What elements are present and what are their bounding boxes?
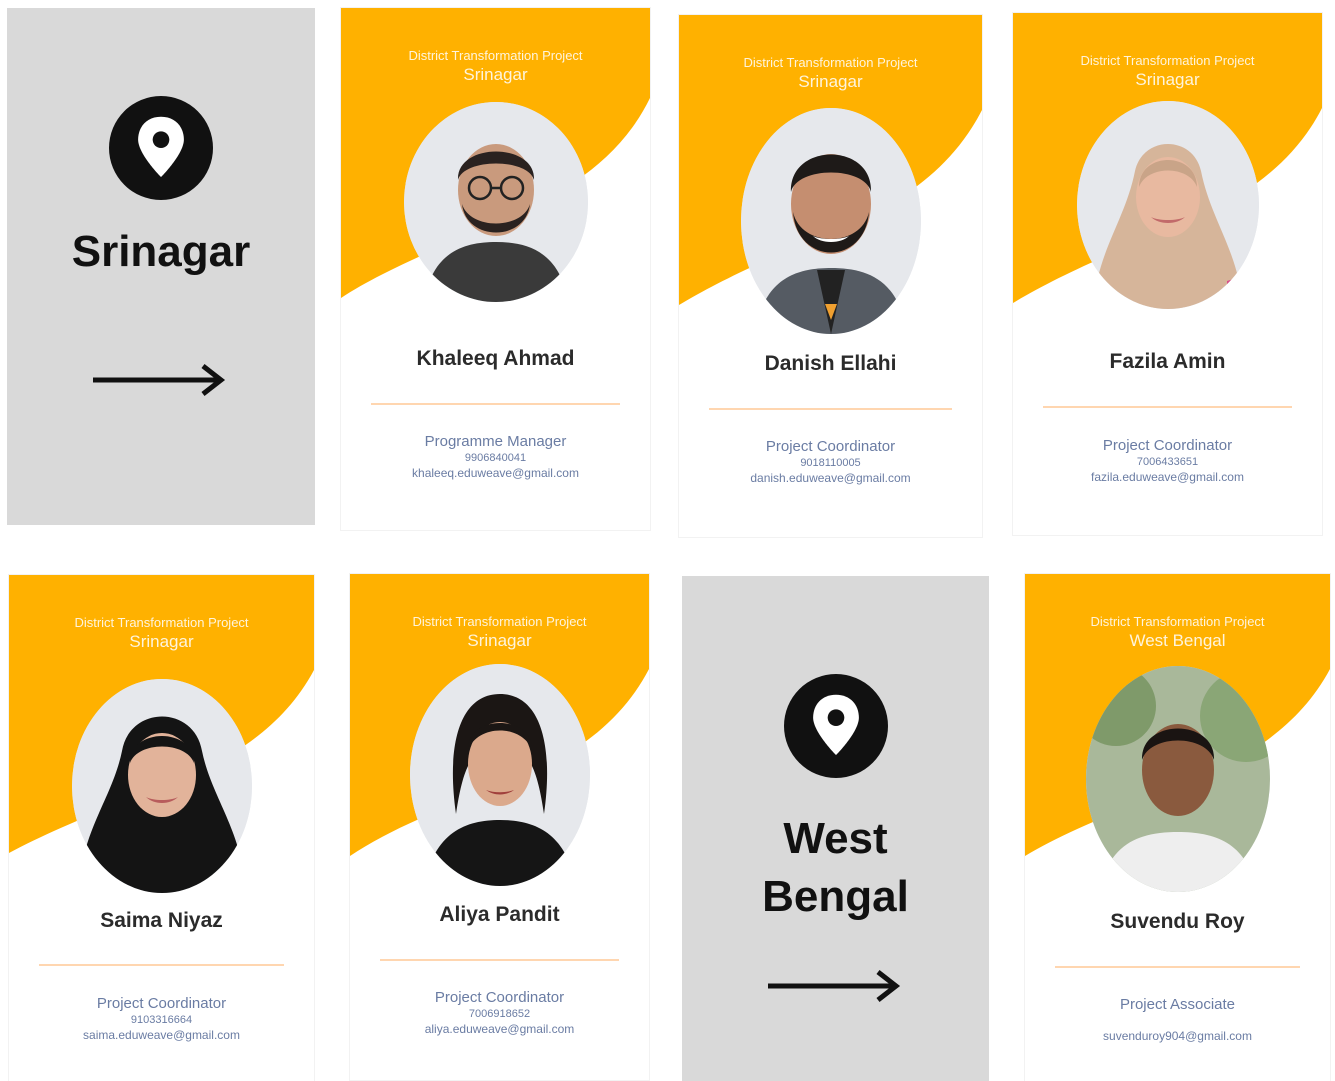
- profile-photo: [740, 108, 921, 334]
- project-location: Srinagar: [463, 65, 528, 84]
- person-role: Project Coordinator: [96, 995, 227, 1012]
- person-role: Project Associate: [1119, 996, 1236, 1013]
- profile-card-saima-niyaz: District Transformation Project Srinagar…: [9, 575, 314, 1081]
- project-title: District Transformation Project: [743, 55, 918, 70]
- location-panel-srinagar: Srinagar: [7, 8, 315, 525]
- location-name: West Bengal: [762, 814, 909, 921]
- project-title: District Transformation Project: [1090, 614, 1265, 629]
- project-location: Srinagar: [467, 631, 532, 650]
- profile-card-suvendu-roy: District Transformation Project West Ben…: [1025, 574, 1330, 1081]
- project-title: District Transformation Project: [408, 48, 583, 63]
- project-title: District Transformation Project: [74, 615, 249, 630]
- divider: [709, 408, 952, 410]
- divider: [1055, 966, 1300, 968]
- person-name: Fazila Amin: [1109, 350, 1226, 373]
- profile-card-khaleeq-ahmad: District Transformation Project Srinagar…: [341, 8, 650, 530]
- divider: [39, 964, 284, 966]
- person-phone: 7006918652: [468, 1008, 531, 1020]
- location-pin-icon: [109, 96, 213, 200]
- right-arrow-icon: [93, 364, 226, 396]
- person-role: Project Coordinator: [1102, 437, 1233, 454]
- profile-card-danish-ellahi: District Transformation Project Srinagar…: [679, 15, 982, 537]
- person-name: Aliya Pandit: [439, 903, 560, 926]
- project-location: Srinagar: [1135, 70, 1200, 89]
- right-arrow-icon: [767, 970, 900, 1002]
- project-location: West Bengal: [1129, 631, 1226, 650]
- person-email: khaleeq.eduweave@gmail.com: [412, 466, 579, 480]
- project-location: Srinagar: [129, 632, 194, 651]
- person-phone: 9018110005: [800, 457, 861, 469]
- divider: [380, 959, 619, 961]
- person-email: suvenduroy904@gmail.com: [1103, 1029, 1252, 1043]
- project-title: District Transformation Project: [412, 614, 587, 629]
- person-email: fazila.eduweave@gmail.com: [1091, 470, 1244, 484]
- person-phone: 9103316664: [130, 1014, 193, 1026]
- person-email: saima.eduweave@gmail.com: [83, 1028, 240, 1042]
- person-role: Project Coordinator: [765, 438, 896, 455]
- divider: [1043, 406, 1292, 408]
- person-phone: 9906840041: [464, 452, 527, 464]
- profile-photo: [1085, 666, 1270, 892]
- profile-photo: [403, 102, 588, 302]
- location-name: Srinagar: [71, 227, 251, 276]
- person-role: Programme Manager: [424, 433, 567, 450]
- profile-photo: [1076, 101, 1259, 309]
- profile-photo: [409, 664, 590, 886]
- person-name: Danish Ellahi: [764, 352, 897, 375]
- profile-photo: [71, 679, 252, 893]
- location-panel-west-bengal: West Bengal: [682, 576, 989, 1081]
- person-role: Project Coordinator: [434, 989, 565, 1006]
- project-location: Srinagar: [798, 72, 863, 91]
- divider: [371, 403, 620, 405]
- person-name: Suvendu Roy: [1110, 910, 1245, 933]
- person-name: Saima Niyaz: [100, 909, 223, 932]
- person-phone: 7006433651: [1136, 456, 1199, 468]
- profile-card-aliya-pandit: District Transformation Project Srinagar…: [350, 574, 649, 1080]
- location-pin-icon: [783, 674, 888, 778]
- profile-card-fazila-amin: District Transformation Project Srinagar…: [1013, 13, 1322, 535]
- person-name: Khaleeq Ahmad: [416, 347, 575, 370]
- project-title: District Transformation Project: [1080, 53, 1255, 68]
- person-email: danish.eduweave@gmail.com: [750, 471, 911, 485]
- person-email: aliya.eduweave@gmail.com: [424, 1022, 575, 1036]
